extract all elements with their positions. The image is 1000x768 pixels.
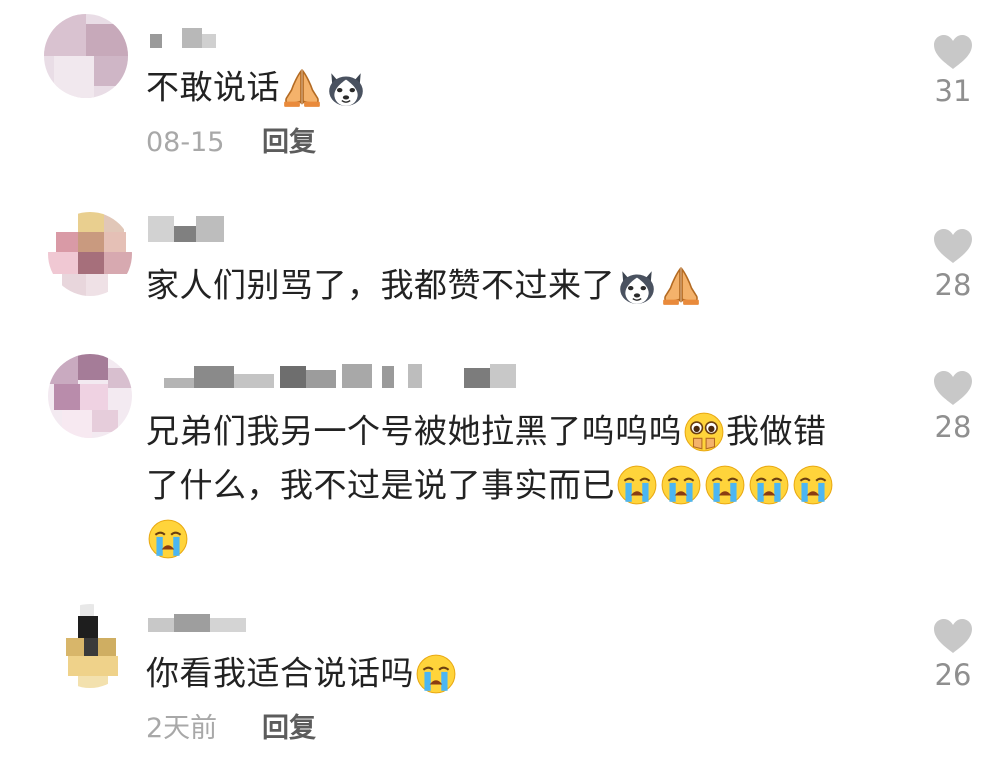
crying-emoji-icon xyxy=(792,464,834,506)
comment-text-content: 你看我适合说话吗 xyxy=(146,653,414,693)
comment-text-content: 不敢说话 xyxy=(146,67,280,107)
like-button[interactable]: 26 xyxy=(920,618,986,692)
comment-date: 08-15 xyxy=(146,127,225,158)
comment-text-continuation: 我做错 xyxy=(726,411,827,451)
avatar[interactable] xyxy=(48,354,132,438)
comment-text-content: 了什么，我不过是说了事实而已 xyxy=(146,465,615,504)
comment-text: 家人们别骂了，我都赞不过来了 xyxy=(146,258,876,312)
heart-icon xyxy=(933,228,973,264)
like-count: 28 xyxy=(934,410,972,444)
comment-text: 不敢说话 xyxy=(146,60,876,114)
username-blurred[interactable] xyxy=(146,24,526,54)
avatar[interactable] xyxy=(48,604,132,688)
comment-text-line-2: 了什么，我不过是说了事实而已 xyxy=(146,458,876,512)
crying-emoji-icon xyxy=(704,464,746,506)
like-button[interactable]: 28 xyxy=(920,370,986,444)
heart-icon xyxy=(933,370,973,406)
comment-text-line-1: 兄弟们我另一个号被她拉黑了呜呜呜 我做错 xyxy=(146,404,876,458)
pray-emoji-icon xyxy=(281,67,323,109)
crying-emoji-icon xyxy=(147,518,189,560)
username-blurred[interactable] xyxy=(146,360,526,390)
like-button[interactable]: 31 xyxy=(920,34,986,108)
comment-text: 你看我适合说话吗 xyxy=(146,646,876,700)
username-blurred[interactable] xyxy=(146,214,526,244)
husky-emoji-icon xyxy=(325,67,367,109)
like-count: 28 xyxy=(934,268,972,302)
pleading-emoji-icon xyxy=(683,411,725,453)
comment-meta: 08-15 回复 xyxy=(146,126,316,160)
heart-icon xyxy=(933,34,973,70)
crying-emoji-icon xyxy=(748,464,790,506)
like-button[interactable]: 28 xyxy=(920,228,986,302)
comment-text-content: 家人们别骂了，我都赞不过来了 xyxy=(146,265,615,305)
comment-meta: 2天前 回复 xyxy=(146,712,316,746)
crying-emoji-icon xyxy=(616,464,658,506)
crying-emoji-icon xyxy=(660,464,702,506)
like-count: 31 xyxy=(934,74,972,108)
comment-text-content: 兄弟们我另一个号被她拉黑了呜呜呜 xyxy=(146,411,682,451)
comment-text: 兄弟们我另一个号被她拉黑了呜呜呜 我做错 了什么，我不过是说了事实而已 xyxy=(146,404,876,563)
comment-text-line-3 xyxy=(146,511,876,563)
like-count: 26 xyxy=(934,658,972,692)
avatar[interactable] xyxy=(48,212,132,296)
pray-emoji-icon xyxy=(660,265,702,307)
reply-button[interactable]: 回复 xyxy=(262,127,316,158)
comment-date: 2天前 xyxy=(146,713,218,744)
heart-icon xyxy=(933,618,973,654)
crying-emoji-icon xyxy=(415,653,457,695)
avatar[interactable] xyxy=(44,14,128,98)
husky-emoji-icon xyxy=(616,265,658,307)
reply-button[interactable]: 回复 xyxy=(262,713,316,744)
username-blurred[interactable] xyxy=(146,608,526,638)
